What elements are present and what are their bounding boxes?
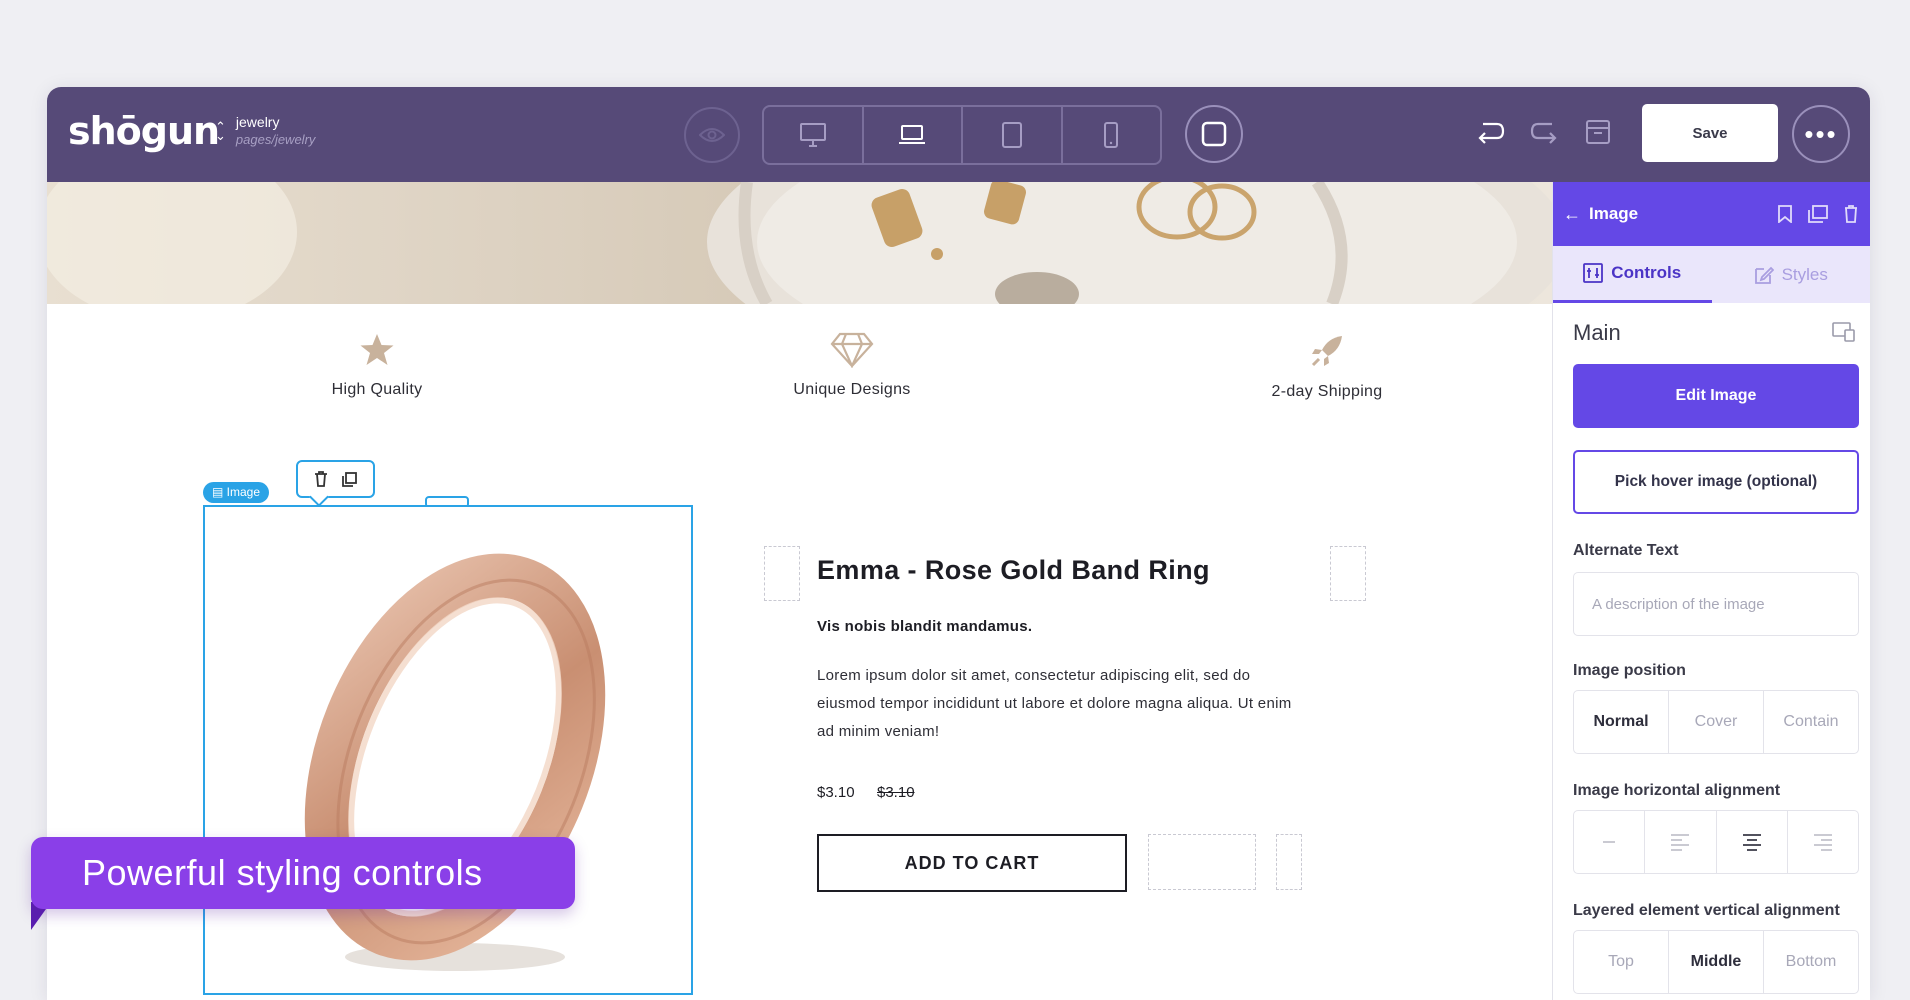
align-right-icon (1813, 834, 1832, 851)
more-options-button[interactable]: ••• (1792, 105, 1850, 163)
star-icon (360, 334, 394, 365)
product-image[interactable] (203, 505, 693, 995)
archive-icon (1586, 120, 1610, 144)
device-laptop-button[interactable] (864, 107, 963, 163)
jewelry-dish-image (47, 182, 1552, 304)
position-cover-option[interactable]: Cover (1669, 691, 1764, 753)
product-title[interactable]: Emma - Rose Gold Band Ring (817, 555, 1210, 586)
feature-caption: Powerful styling controls (31, 837, 575, 909)
feature-item: 2-day Shipping (1197, 332, 1457, 401)
horizontal-alignment-selector (1573, 810, 1859, 874)
top-toolbar: shōgun ⌃ ⌄ jewelry pages/jewelry Save ••… (47, 87, 1870, 182)
archive-button[interactable] (1584, 118, 1612, 151)
duplicate-icon[interactable] (1808, 205, 1828, 223)
rose-gold-ring-image (304, 553, 606, 971)
feature-label: 2-day Shipping (1271, 383, 1383, 400)
placeholder-block[interactable] (1148, 834, 1256, 890)
placeholder-block[interactable] (764, 546, 800, 601)
panel-header: ← Image (1553, 182, 1870, 246)
mobile-icon (1104, 122, 1119, 148)
trash-icon[interactable] (1844, 205, 1858, 223)
controls-icon (1583, 263, 1604, 283)
pick-hover-image-button[interactable]: Pick hover image (optional) (1573, 450, 1859, 514)
laptop-icon (899, 125, 926, 144)
position-contain-option[interactable]: Contain (1764, 691, 1858, 753)
shogun-logo: shōgun (68, 109, 220, 153)
product-price[interactable]: $3.10 (817, 784, 855, 801)
page-switcher[interactable]: ⌃ ⌄ jewelry pages/jewelry (215, 114, 315, 147)
edit-icon (1754, 266, 1774, 284)
image-position-selector: Normal Cover Contain (1573, 690, 1859, 754)
product-description[interactable]: Lorem ipsum dolor sit amet, consectetur … (817, 662, 1297, 746)
bookmark-icon[interactable] (1778, 205, 1792, 223)
vertical-alignment-selector: Top Middle Bottom (1573, 930, 1859, 994)
page-name: jewelry (235, 114, 280, 130)
image-position-label: Image position (1573, 662, 1686, 679)
device-switcher (762, 105, 1162, 165)
panel-tabs: Controls Styles (1553, 246, 1870, 303)
square-icon (1201, 121, 1227, 147)
horizontal-alignment-label: Image horizontal alignment (1573, 782, 1781, 799)
image-toolbar (296, 460, 375, 498)
redo-icon (1530, 122, 1557, 144)
edit-image-button[interactable]: Edit Image (1573, 364, 1859, 428)
back-arrow-icon[interactable]: ← (1563, 204, 1581, 225)
align-none-option[interactable] (1574, 811, 1646, 873)
hero-image[interactable] (47, 182, 1552, 304)
tab-controls[interactable]: Controls (1553, 246, 1712, 303)
product-compare-price[interactable]: $3.10 (877, 784, 915, 801)
product-subtitle[interactable]: Vis nobis blandit mandamus. (817, 618, 1032, 635)
align-right-option[interactable] (1788, 811, 1858, 873)
position-normal-option[interactable]: Normal (1574, 691, 1669, 753)
redo-button[interactable] (1530, 118, 1560, 151)
device-desktop-button[interactable] (764, 107, 864, 163)
feature-label: Unique Designs (793, 381, 911, 398)
preview-button[interactable] (684, 107, 740, 163)
save-button[interactable]: Save (1642, 104, 1778, 162)
selected-element-badge[interactable]: ▤ Image (203, 482, 270, 503)
valign-top-option[interactable]: Top (1574, 931, 1669, 993)
tab-styles[interactable]: Styles (1712, 246, 1871, 303)
desktop-icon (799, 123, 826, 147)
tablet-icon (1001, 122, 1022, 148)
tab-label: Controls (1611, 263, 1682, 282)
eye-icon (699, 128, 725, 142)
valign-bottom-option[interactable]: Bottom (1764, 931, 1858, 993)
align-center-option[interactable] (1717, 811, 1788, 873)
add-to-cart-button[interactable]: ADD TO CART (817, 834, 1127, 892)
align-center-icon (1742, 834, 1761, 851)
alt-text-label: Alternate Text (1573, 542, 1679, 559)
vertical-alignment-label: Layered element vertical alignment (1573, 902, 1840, 919)
responsive-icon[interactable] (1832, 322, 1856, 342)
device-mobile-button[interactable] (1063, 107, 1161, 163)
placeholder-block[interactable] (1276, 834, 1302, 890)
none-icon (1603, 841, 1616, 843)
tab-label: Styles (1781, 264, 1828, 284)
feature-label: High Quality (331, 381, 423, 398)
frame-toggle-button[interactable] (1185, 105, 1243, 163)
settings-panel: ← Image Controls Styles Main Edit Image … (1552, 182, 1870, 1000)
diamond-icon (830, 332, 874, 369)
placeholder-block[interactable] (1330, 546, 1366, 601)
valign-middle-option[interactable]: Middle (1669, 931, 1764, 993)
align-left-option[interactable] (1645, 811, 1717, 873)
undo-button[interactable] (1475, 118, 1505, 151)
page-path: pages/jewelry (235, 132, 316, 147)
rocket-icon (1311, 336, 1342, 367)
section-title: Main (1573, 320, 1621, 345)
chevron-updown-icon: ⌃ ⌄ (215, 118, 226, 143)
feature-item: High Quality (247, 332, 507, 399)
feature-item: Unique Designs (722, 332, 982, 399)
trash-icon[interactable] (314, 471, 328, 487)
align-left-icon (1671, 834, 1690, 851)
duplicate-icon[interactable] (342, 471, 357, 487)
panel-title: Image (1589, 204, 1639, 223)
device-tablet-button[interactable] (963, 107, 1063, 163)
alt-text-input[interactable] (1573, 572, 1859, 636)
undo-icon (1478, 122, 1505, 144)
